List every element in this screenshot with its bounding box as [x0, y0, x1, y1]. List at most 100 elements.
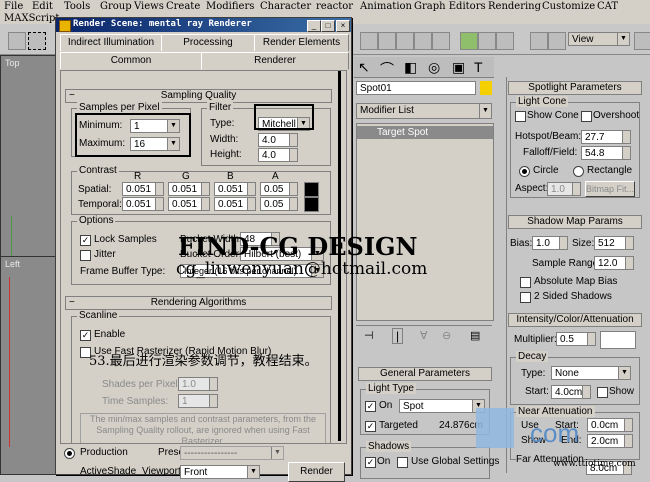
circle-radio[interactable]: [519, 166, 530, 177]
select-region-icon[interactable]: [28, 32, 46, 50]
near-end-spinner[interactable]: 2.0cm: [587, 434, 633, 448]
temporal-color-swatch[interactable]: [304, 197, 319, 212]
spinner-arrows-icon[interactable]: [209, 378, 217, 390]
temporal-a-spinner[interactable]: 0.05: [260, 197, 298, 211]
viewport-left-label[interactable]: Left: [5, 259, 20, 269]
spinner-arrows-icon[interactable]: [622, 131, 630, 143]
bitmap-fit-button[interactable]: Bitmap Fit...: [585, 181, 635, 197]
spinner-arrows-icon[interactable]: [247, 183, 255, 195]
spinner-arrows-icon[interactable]: [624, 435, 632, 447]
spinner-arrows-icon[interactable]: [625, 237, 633, 249]
absolute-bias-checkbox[interactable]: [520, 277, 531, 288]
render-scene-icon[interactable]: [496, 32, 514, 50]
rendering-algorithms-header[interactable]: − Rendering Algorithms: [65, 296, 332, 310]
hotspot-spinner[interactable]: 27.7: [581, 130, 631, 144]
menu-tools[interactable]: Tools: [64, 0, 90, 13]
motion-tab-icon[interactable]: ◎: [428, 59, 440, 76]
falloff-spinner[interactable]: 54.8: [581, 146, 631, 160]
render-button[interactable]: Render: [288, 462, 345, 482]
minimize-icon[interactable]: _: [307, 20, 321, 32]
spatial-r-spinner[interactable]: 0.051: [122, 182, 164, 196]
decay-type-dropdown[interactable]: None ▼: [551, 366, 631, 380]
render-icon[interactable]: [634, 32, 650, 50]
spinner-arrows-icon[interactable]: [572, 183, 580, 195]
intensity-header[interactable]: Intensity/Color/Attenuation: [508, 313, 642, 327]
mirror-icon[interactable]: [378, 32, 396, 50]
modify-tab-icon[interactable]: ⌒: [380, 59, 394, 79]
spinner-arrows-icon[interactable]: [155, 198, 163, 210]
two-sided-checkbox[interactable]: [520, 292, 531, 303]
hierarchy-tab-icon[interactable]: ◧: [404, 59, 417, 76]
make-unique-icon[interactable]: ∀: [420, 329, 428, 342]
overshoot-checkbox[interactable]: [581, 111, 592, 122]
size-spinner[interactable]: 512: [594, 236, 634, 250]
tab-common[interactable]: Common: [60, 52, 202, 69]
object-name-field[interactable]: Spot01: [356, 81, 476, 95]
schematic-icon[interactable]: [460, 32, 478, 50]
curve-editor-icon[interactable]: [432, 32, 450, 50]
production-radio[interactable]: [64, 448, 75, 459]
menu-graph-editors[interactable]: Graph Editors: [414, 0, 486, 13]
aspect-spinner[interactable]: 1.0: [547, 182, 581, 196]
menu-views[interactable]: Views: [134, 0, 164, 13]
object-color-swatch[interactable]: [480, 81, 492, 95]
layer-icon[interactable]: [414, 32, 432, 50]
spotlight-params-header[interactable]: Spotlight Parameters: [508, 81, 642, 95]
rectangle-radio[interactable]: [573, 166, 584, 177]
close-icon[interactable]: ×: [336, 20, 350, 32]
viewport-top-label[interactable]: Top: [5, 58, 20, 68]
maximize-icon[interactable]: □: [321, 20, 335, 32]
remove-modifier-icon[interactable]: ⊖: [442, 329, 451, 342]
tab-processing[interactable]: Processing: [161, 34, 255, 51]
modifier-stack[interactable]: Target Spot: [356, 123, 494, 321]
lock-samples-checkbox[interactable]: ✓: [80, 235, 91, 246]
temporal-r-spinner[interactable]: 0.051: [122, 197, 164, 211]
tab-indirect-illumination[interactable]: Indirect Illumination: [60, 34, 162, 51]
show-cone-checkbox[interactable]: [515, 111, 526, 122]
shadow-map-header[interactable]: Shadow Map Params: [508, 215, 642, 229]
global-settings-checkbox[interactable]: [397, 457, 408, 468]
sampling-quality-header[interactable]: − Sampling Quality: [65, 89, 332, 103]
viewport-dropdown[interactable]: Front ▼: [180, 465, 260, 479]
spatial-b-spinner[interactable]: 0.051: [214, 182, 256, 196]
preset-dropdown[interactable]: ---------------- ▼: [180, 446, 284, 460]
menu-cat[interactable]: CAT: [597, 0, 618, 13]
shades-per-pixel-spinner[interactable]: 1.0: [178, 377, 218, 391]
time-samples-spinner[interactable]: 1: [178, 394, 218, 408]
display-tab-icon[interactable]: ▣: [452, 59, 465, 76]
spatial-color-swatch[interactable]: [304, 182, 319, 197]
render-last-icon[interactable]: [548, 32, 566, 50]
material-editor-icon[interactable]: [478, 32, 496, 50]
targeted-checkbox[interactable]: ✓: [365, 421, 376, 432]
create-tab-icon[interactable]: ↖: [358, 59, 370, 76]
menu-animation[interactable]: Animation: [360, 0, 412, 13]
pin-stack-icon[interactable]: ⊣: [364, 329, 374, 342]
shadows-on-checkbox[interactable]: ✓: [365, 457, 376, 468]
menu-customize[interactable]: Customize: [542, 0, 595, 13]
spinner-arrows-icon[interactable]: [155, 183, 163, 195]
modifier-list-dropdown[interactable]: Modifier List ▼: [356, 103, 492, 119]
spinner-arrows-icon[interactable]: [622, 147, 630, 159]
align-icon[interactable]: [396, 32, 414, 50]
spinner-arrows-icon[interactable]: [624, 419, 632, 431]
sample-range-spinner[interactable]: 12.0: [594, 256, 634, 270]
spatial-g-spinner[interactable]: 0.051: [168, 182, 210, 196]
light-type-dropdown[interactable]: Spot ▼: [399, 399, 485, 413]
spinner-arrows-icon[interactable]: [289, 149, 297, 161]
view-dropdown[interactable]: View ▼: [568, 32, 630, 46]
spatial-a-spinner[interactable]: 0.05: [260, 182, 298, 196]
filter-width-spinner[interactable]: 4.0: [258, 133, 298, 147]
bias-spinner[interactable]: 1.0: [532, 236, 568, 250]
jitter-checkbox[interactable]: [80, 250, 91, 261]
general-params-header[interactable]: General Parameters: [358, 367, 492, 381]
spinner-arrows-icon[interactable]: [559, 237, 567, 249]
stack-item[interactable]: Target Spot: [357, 126, 493, 139]
menu-create[interactable]: Create: [166, 0, 200, 13]
menu-modifiers[interactable]: Modifiers: [206, 0, 254, 13]
menu-group[interactable]: Group: [100, 0, 132, 13]
viewport-left[interactable]: Left: [0, 256, 57, 475]
multiplier-spinner[interactable]: 0.5: [556, 332, 596, 346]
dialog-titlebar[interactable]: Render Scene: mental ray Renderer _ □ ×: [56, 18, 351, 32]
spinner-arrows-icon[interactable]: [247, 198, 255, 210]
near-start-spinner[interactable]: 0.0cm: [587, 418, 633, 432]
